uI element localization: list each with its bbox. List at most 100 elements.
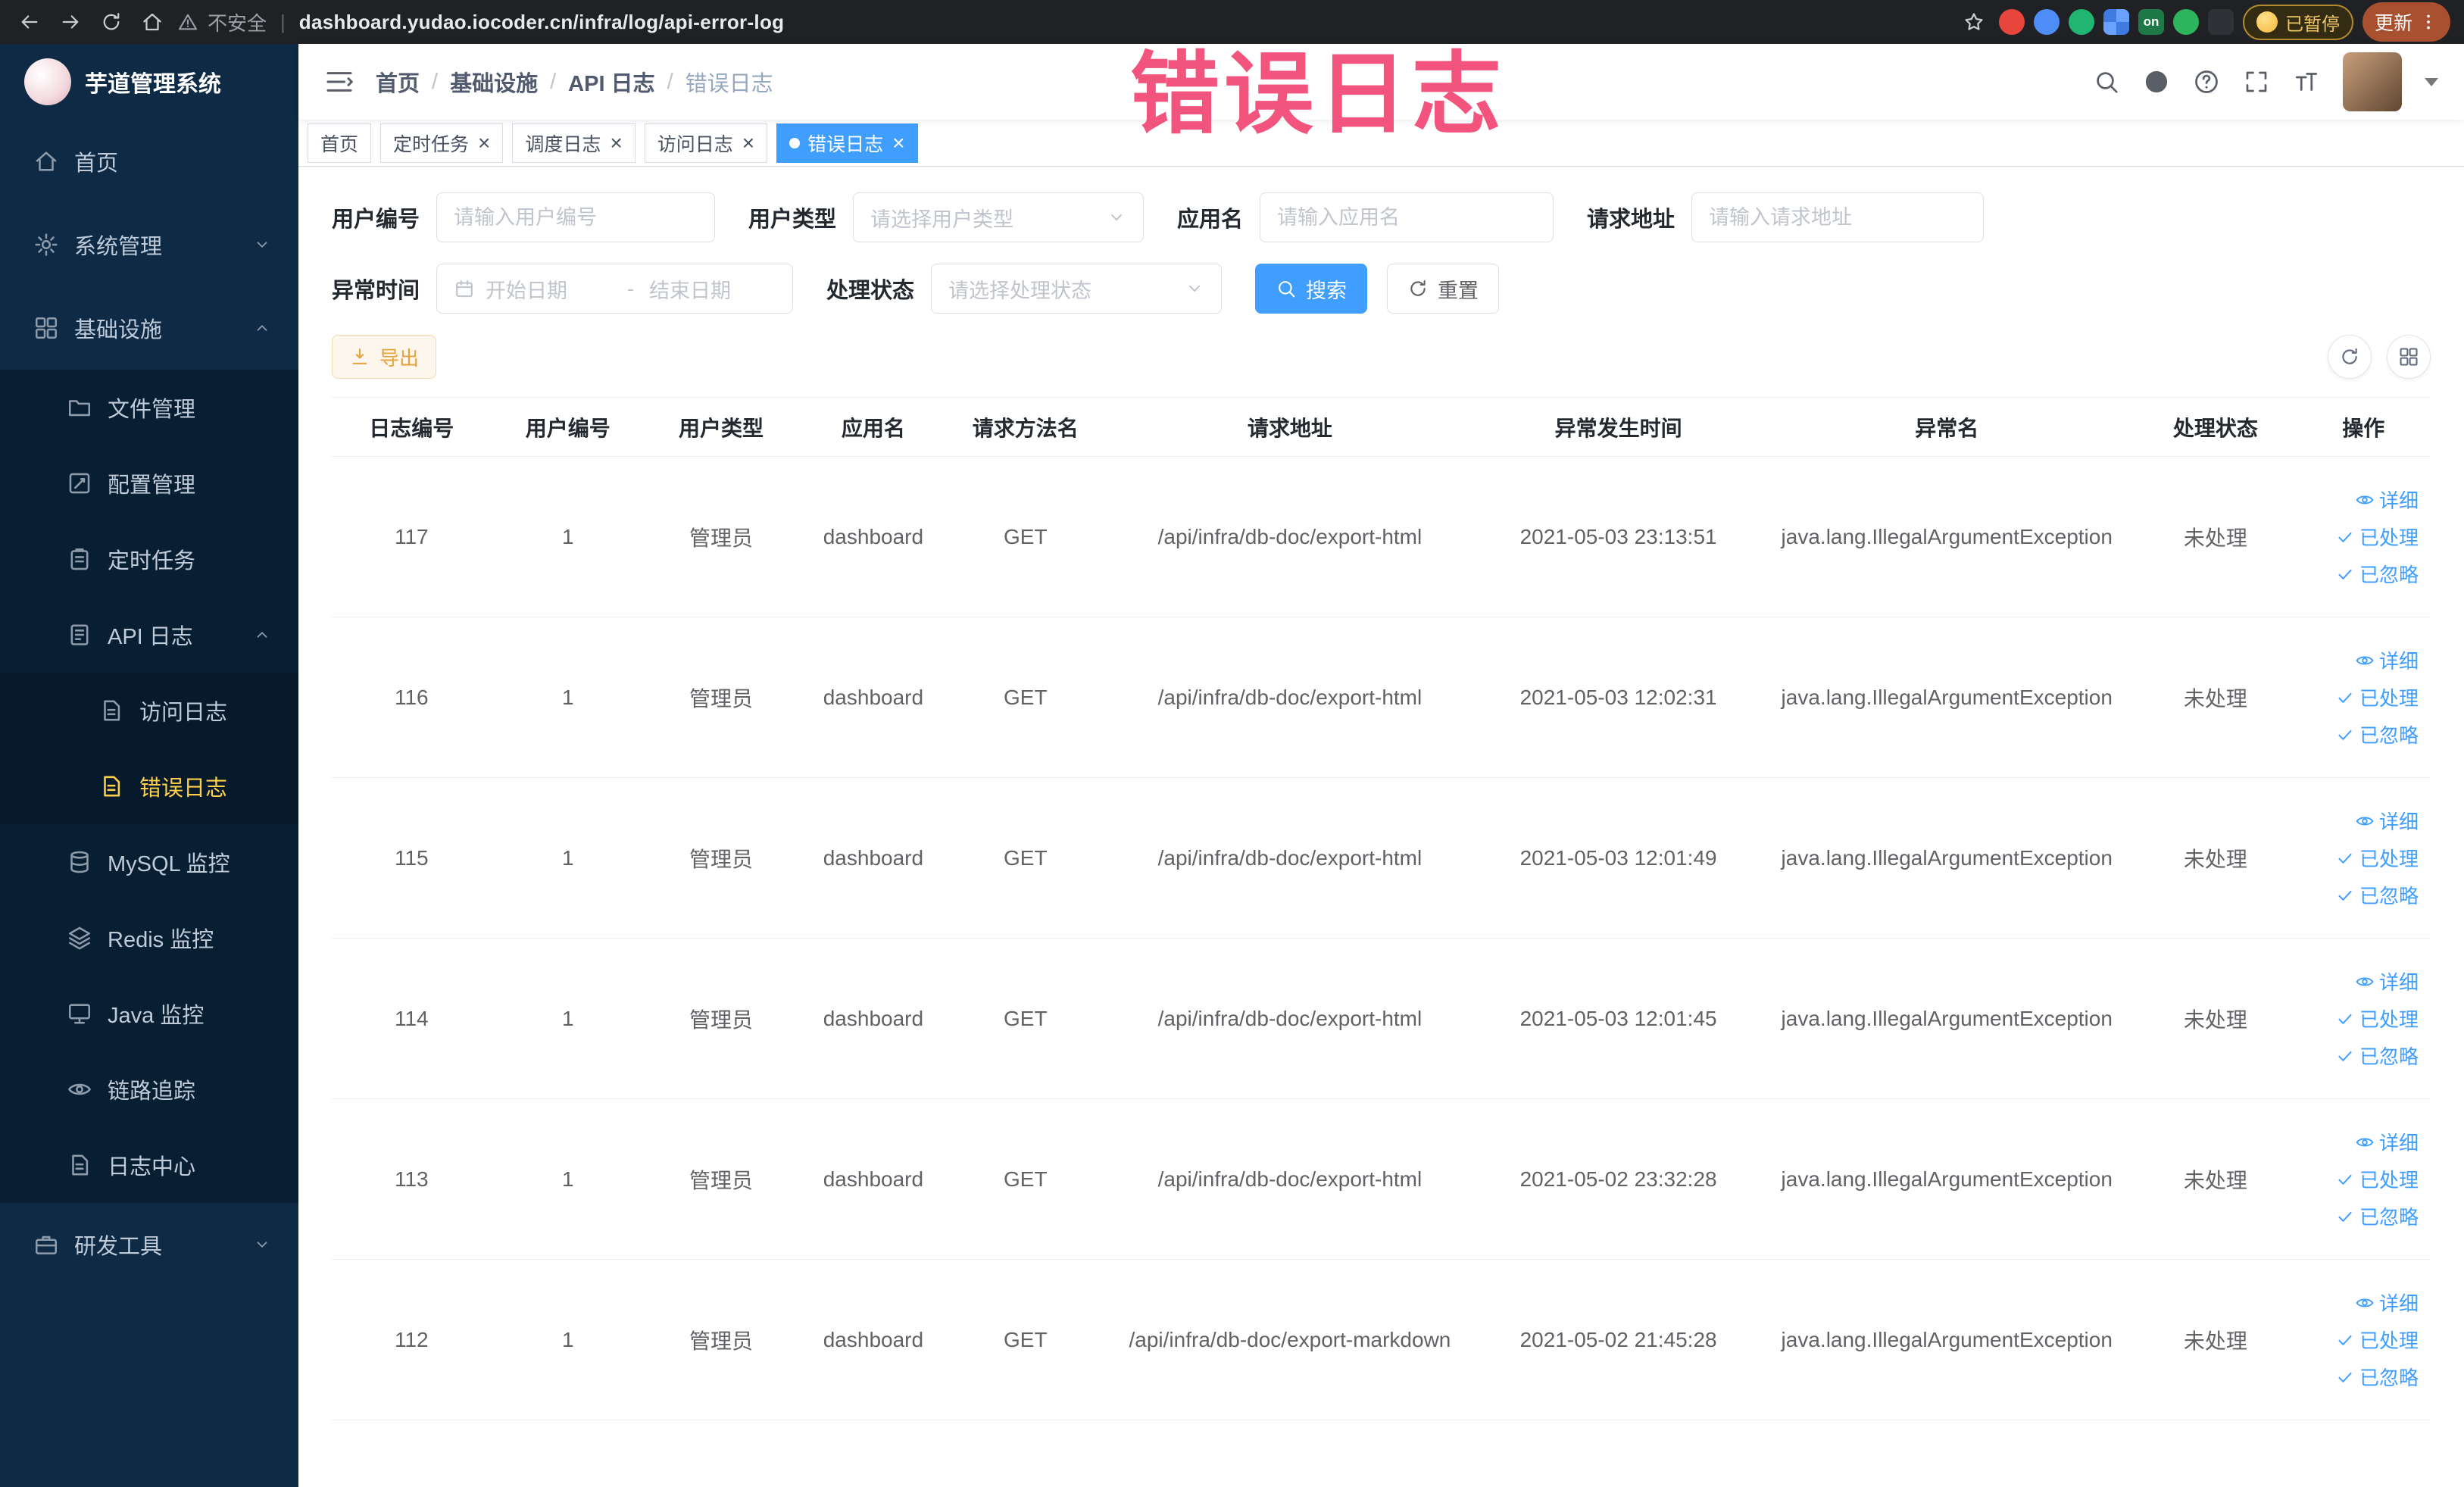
extension-icon-grid[interactable] bbox=[2103, 9, 2129, 35]
process-status-placeholder: 请选择处理状态 bbox=[948, 279, 1092, 302]
processed-link[interactable]: 已处理 bbox=[2335, 683, 2419, 711]
tab[interactable]: 定时任务 × bbox=[380, 123, 504, 163]
caret-down-icon[interactable] bbox=[2425, 77, 2438, 86]
tab[interactable]: 首页 bbox=[308, 123, 372, 163]
paused-badge[interactable]: 已暂停 bbox=[2242, 4, 2353, 40]
ignored-link[interactable]: 已忽略 bbox=[2335, 1363, 2419, 1391]
extension-icon-red[interactable] bbox=[1998, 9, 2025, 35]
tab[interactable]: 访问日志 × bbox=[644, 123, 768, 163]
breadcrumb-item[interactable]: 基础设施 bbox=[450, 66, 538, 98]
forward-button[interactable] bbox=[55, 6, 86, 38]
sidebar-item[interactable]: 基础设施 bbox=[0, 286, 298, 370]
font-size-icon[interactable] bbox=[2293, 68, 2320, 95]
check-icon bbox=[2335, 688, 2355, 708]
hamburger-icon[interactable] bbox=[324, 67, 354, 97]
ignored-link[interactable]: 已忽略 bbox=[2335, 881, 2419, 909]
breadcrumb-item[interactable]: API 日志 bbox=[568, 66, 654, 98]
sidebar-item[interactable]: Redis 监控 bbox=[0, 900, 298, 976]
help-icon[interactable] bbox=[2193, 68, 2220, 95]
security-label[interactable]: 不安全 bbox=[208, 8, 267, 36]
table-row: 117 1 管理员 dashboard GET/api/infra/db-doc/exp… bbox=[332, 456, 2431, 617]
column-settings-button[interactable] bbox=[2387, 335, 2431, 379]
detail-link[interactable]: 详细 bbox=[2355, 1128, 2419, 1156]
sidebar-item[interactable]: 日志中心 bbox=[0, 1127, 298, 1203]
sidebar-item[interactable]: 访问日志 bbox=[0, 673, 298, 748]
close-tab-icon[interactable]: × bbox=[478, 132, 490, 154]
search-button[interactable]: 搜索 bbox=[1255, 264, 1368, 314]
sidebar-item[interactable]: 链路追踪 bbox=[0, 1051, 298, 1127]
column-header: 日志编号 bbox=[332, 397, 492, 457]
detail-link[interactable]: 详细 bbox=[2355, 486, 2419, 514]
user-id-input[interactable] bbox=[436, 192, 716, 242]
extension-icon-dark[interactable] bbox=[2207, 9, 2234, 35]
detail-link[interactable]: 详细 bbox=[2355, 646, 2419, 674]
tab[interactable]: 错误日志 × bbox=[776, 123, 918, 163]
extension-icon-on[interactable]: on bbox=[2138, 9, 2164, 35]
sidebar-item[interactable]: MySQL 监控 bbox=[0, 824, 298, 900]
extension-icon-blue[interactable] bbox=[2033, 9, 2060, 35]
update-label: 更新 bbox=[2374, 13, 2412, 34]
processed-link[interactable]: 已处理 bbox=[2335, 523, 2419, 551]
tab-label: 调度日志 bbox=[525, 133, 601, 155]
check-icon bbox=[2335, 1207, 2355, 1226]
request-url-input[interactable] bbox=[1691, 192, 1985, 242]
process-status-select[interactable]: 请选择处理状态 bbox=[931, 264, 1223, 314]
processed-link[interactable]: 已处理 bbox=[2335, 1004, 2419, 1032]
sidebar-item[interactable]: 错误日志 bbox=[0, 748, 298, 824]
exception-time-range-picker[interactable]: 开始日期 - 结束日期 bbox=[436, 264, 794, 314]
processed-link[interactable]: 已处理 bbox=[2335, 844, 2419, 872]
app-name-input[interactable] bbox=[1260, 192, 1554, 242]
sidebar-item[interactable]: 定时任务 bbox=[0, 521, 298, 597]
check-icon bbox=[2335, 1009, 2355, 1029]
ignored-link[interactable]: 已忽略 bbox=[2335, 1042, 2419, 1070]
cell-user-id: 1 bbox=[491, 1259, 645, 1420]
breadcrumb-item[interactable]: 首页 bbox=[376, 66, 420, 98]
url-text[interactable]: dashboard.yudao.iocoder.cn/infra/log/api… bbox=[299, 11, 785, 34]
sidebar-item[interactable]: 配置管理 bbox=[0, 445, 298, 521]
sidebar-item[interactable]: Java 监控 bbox=[0, 976, 298, 1051]
reset-button[interactable]: 重置 bbox=[1387, 264, 1500, 314]
user-type-select[interactable]: 请选择用户类型 bbox=[853, 192, 1145, 242]
detail-link[interactable]: 详细 bbox=[2355, 1289, 2419, 1317]
extension-icon-leaf[interactable] bbox=[2172, 9, 2199, 35]
fullscreen-icon[interactable] bbox=[2243, 68, 2270, 95]
tab[interactable]: 调度日志 × bbox=[512, 123, 636, 163]
process-status-label: 处理状态 bbox=[826, 279, 915, 303]
close-tab-icon[interactable]: × bbox=[610, 132, 622, 154]
sidebar-item-label: 配置管理 bbox=[108, 473, 196, 498]
gear-icon bbox=[33, 232, 59, 258]
back-button[interactable] bbox=[14, 6, 45, 38]
processed-link[interactable]: 已处理 bbox=[2335, 1326, 2419, 1354]
github-icon[interactable] bbox=[2143, 68, 2170, 95]
check-icon bbox=[2335, 1330, 2355, 1350]
close-tab-icon[interactable]: × bbox=[892, 132, 904, 154]
app-logo[interactable]: 芋道管理系统 bbox=[0, 44, 298, 120]
reload-button[interactable] bbox=[95, 6, 127, 38]
detail-link[interactable]: 详细 bbox=[2355, 967, 2419, 995]
sidebar-item[interactable]: 文件管理 bbox=[0, 370, 298, 445]
sidebar-item[interactable]: 研发工具 bbox=[0, 1203, 298, 1286]
sidebar-item[interactable]: 首页 bbox=[0, 120, 298, 203]
refresh-table-button[interactable] bbox=[2328, 335, 2372, 379]
processed-link-label: 已处理 bbox=[2359, 526, 2419, 549]
update-button[interactable]: 更新 bbox=[2362, 2, 2450, 42]
ignored-link[interactable]: 已忽略 bbox=[2335, 1202, 2419, 1230]
chevron-down-icon bbox=[1107, 208, 1126, 227]
ignored-link[interactable]: 已忽略 bbox=[2335, 560, 2419, 588]
eye-icon bbox=[2355, 1132, 2375, 1152]
check-icon bbox=[2335, 527, 2355, 547]
tab-label: 定时任务 bbox=[393, 133, 470, 155]
home-button[interactable] bbox=[136, 6, 168, 38]
export-button[interactable]: 导出 bbox=[332, 335, 437, 379]
extension-icon-green[interactable] bbox=[2068, 9, 2094, 35]
detail-link[interactable]: 详细 bbox=[2355, 807, 2419, 835]
close-tab-icon[interactable]: × bbox=[742, 132, 754, 154]
sidebar-item[interactable]: 系统管理 bbox=[0, 203, 298, 286]
user-avatar[interactable] bbox=[2343, 52, 2402, 111]
search-icon[interactable] bbox=[2093, 68, 2120, 95]
processed-link[interactable]: 已处理 bbox=[2335, 1165, 2419, 1193]
bookmark-button[interactable] bbox=[1958, 6, 1990, 38]
processed-link-label: 已处理 bbox=[2359, 1008, 2419, 1031]
ignored-link[interactable]: 已忽略 bbox=[2335, 720, 2419, 748]
sidebar-item[interactable]: API 日志 bbox=[0, 597, 298, 673]
